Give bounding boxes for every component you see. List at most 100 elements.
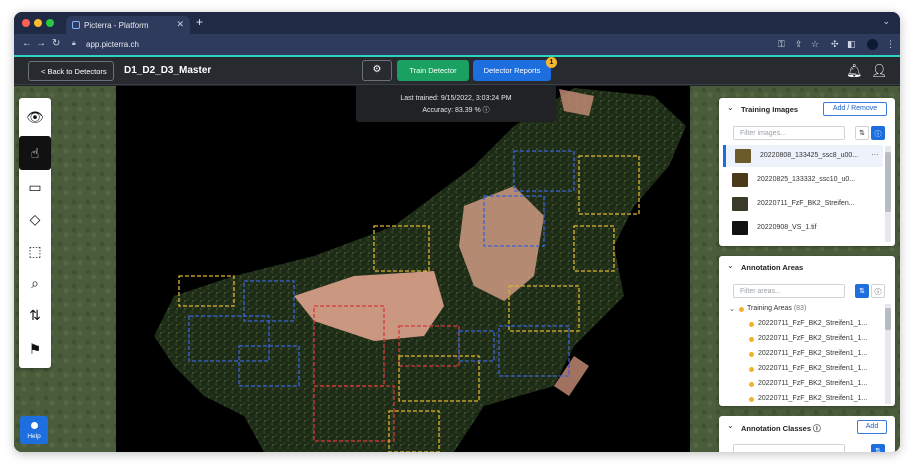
image-list-item[interactable]: 20220711_FzF_BK2_Streifen... xyxy=(723,193,883,215)
user-icon[interactable]: 👤︎ xyxy=(871,63,888,79)
image-filter-toggle[interactable]: ⓘ xyxy=(871,126,885,140)
browser-window: Picterra - Platform ✕ + ⌄ ← → ↻ 🔒︎ app.p… xyxy=(14,12,900,452)
reload-icon[interactable]: ↻ xyxy=(52,38,60,49)
train-detector-button[interactable]: Train Detector xyxy=(397,60,469,81)
info-icon[interactable]: ⓘ xyxy=(483,107,490,114)
flag-tool[interactable]: ⚑ xyxy=(19,332,51,366)
collapse-chevron-icon[interactable]: ⌄ xyxy=(727,261,734,270)
image-name: 20220711_FzF_BK2_Streifen... xyxy=(757,200,855,207)
more-options-icon[interactable]: ··· xyxy=(871,150,879,159)
browser-tab-bar: Picterra - Platform ✕ + ⌄ xyxy=(14,12,900,34)
area-list-item[interactable]: 20220711_FzF_BK2_Streifen1_1... xyxy=(719,378,889,392)
area-color-dot xyxy=(749,397,754,402)
area-list-item[interactable]: 20220711_FzF_BK2_Streifen1_1... xyxy=(719,333,889,347)
back-to-detectors-button[interactable]: < Back to Detectors xyxy=(28,61,114,81)
training-images-header: ⌄ Training Images Add / Remove xyxy=(719,98,895,120)
help-button[interactable]: Help xyxy=(20,416,48,444)
sort-images-button[interactable]: ⇅ xyxy=(855,126,869,140)
annotation-classes-panel: ⌄ Annotation Classes ⓘ Add ⇅ xyxy=(719,416,895,452)
image-thumbnail xyxy=(732,221,748,235)
add-remove-images-button[interactable]: Add / Remove xyxy=(823,102,887,116)
new-tab-icon[interactable]: + xyxy=(196,15,203,29)
area-filter-toggle[interactable]: ⓘ xyxy=(871,284,885,298)
close-tab-icon[interactable]: ✕ xyxy=(176,19,184,30)
tooltip-caret xyxy=(452,86,460,87)
image-list-item[interactable]: 20220908_VS_1.tif xyxy=(723,217,883,239)
forward-arrow-icon[interactable]: → xyxy=(36,38,46,49)
image-name: 20220908_VS_1.tif xyxy=(757,224,817,231)
hand-pointer-icon: ☝︎ xyxy=(30,144,40,161)
extensions-icon[interactable]: ✣ xyxy=(831,39,839,50)
app-header: < Back to Detectors D1_D2_D3_Master ⚙ Tr… xyxy=(14,57,900,85)
rectangle-tool[interactable]: ▭ xyxy=(19,170,51,204)
star-icon[interactable]: ☆ xyxy=(811,39,819,50)
area-name: 20220711_FzF_BK2_Streifen1_1... xyxy=(758,380,868,387)
annotation-areas-header: ⌄ Annotation Areas xyxy=(719,256,895,278)
sort-classes-button[interactable]: ⇅ xyxy=(871,444,885,452)
training-images-panel: ⌄ Training Images Add / Remove Filter im… xyxy=(719,98,895,246)
lock-icon[interactable]: 🔒︎ xyxy=(72,40,80,48)
sort-arrows-icon: ⇅ xyxy=(29,306,41,323)
annotation-classes-header: ⌄ Annotation Classes ⓘ Add xyxy=(719,416,895,438)
images-scrollbar[interactable] xyxy=(885,146,891,242)
image-list-item[interactable]: 20220825_133332_ssc10_u0... xyxy=(723,169,883,191)
minimize-window-dot[interactable] xyxy=(34,19,42,27)
chevron-down-icon[interactable]: ⌄ xyxy=(882,16,890,27)
area-color-dot xyxy=(749,382,754,387)
sort-areas-button[interactable]: ⇅ xyxy=(855,284,869,298)
filter-areas-input[interactable]: Filter areas... xyxy=(733,284,845,298)
settings-button[interactable]: ⚙ xyxy=(362,60,392,81)
bell-icon[interactable]: 🔔︎ xyxy=(846,63,863,79)
share-icon[interactable]: ⇪ xyxy=(795,39,803,50)
filter-images-input[interactable]: Filter images... xyxy=(733,126,845,140)
close-window-dot[interactable] xyxy=(22,19,30,27)
area-list-item[interactable]: 20220711_FzF_BK2_Streifen1_1... xyxy=(719,393,889,406)
info-icon[interactable]: ⓘ xyxy=(813,424,821,433)
profile-avatar[interactable] xyxy=(867,39,878,50)
group-chevron-icon[interactable]: ⌄ xyxy=(729,305,735,313)
areas-scrollbar[interactable] xyxy=(885,304,891,404)
scrollbar-thumb[interactable] xyxy=(885,152,891,212)
area-color-dot xyxy=(749,352,754,357)
area-list-item[interactable]: 20220711_FzF_BK2_Streifen1_1... xyxy=(719,348,889,362)
maximize-window-dot[interactable] xyxy=(46,19,54,27)
back-arrow-icon[interactable]: ← xyxy=(22,38,32,49)
url-field[interactable]: app.picterra.ch xyxy=(86,40,139,49)
browser-menu-icon[interactable]: ⋮ xyxy=(886,39,895,50)
sidebar-icon[interactable]: ◧ xyxy=(847,39,856,50)
browser-tab[interactable]: Picterra - Platform ✕ xyxy=(66,16,190,34)
reports-badge: 1 xyxy=(546,57,557,68)
training-info-tooltip: Last trained: 9/15/2022, 3:03:24 PM Accu… xyxy=(356,86,556,122)
sort-tool[interactable]: ⇅ xyxy=(19,298,51,332)
select-area-tool[interactable]: ⬚ xyxy=(19,234,51,268)
map-canvas[interactable]: Last trained: 9/15/2022, 3:03:24 PM Accu… xyxy=(14,86,900,452)
image-thumbnail xyxy=(732,173,748,187)
group-label: Training Areas xyxy=(747,305,792,312)
zoom-area-tool[interactable]: ⌕ xyxy=(19,266,51,300)
training-areas-group[interactable]: ⌄ Training Areas (83) xyxy=(719,303,889,317)
address-bar-row: ← → ↻ 🔒︎ app.picterra.ch ⚿ ⇪ ☆ ✣ ◧ ⋮ xyxy=(14,34,900,55)
project-title: D1_D2_D3_Master xyxy=(124,65,212,76)
add-class-button[interactable]: Add xyxy=(857,420,887,434)
polygon-icon: ◇ xyxy=(29,210,41,227)
filter-classes-input[interactable] xyxy=(733,444,845,452)
collapse-chevron-icon[interactable]: ⌄ xyxy=(727,421,734,430)
pan-tool[interactable]: ☝︎ xyxy=(19,136,51,170)
detector-reports-button[interactable]: Detector Reports xyxy=(473,60,551,81)
image-thumbnail xyxy=(735,149,751,163)
area-list-item[interactable]: 20220711_FzF_BK2_Streifen1_1... xyxy=(719,363,889,377)
collapse-chevron-icon[interactable]: ⌄ xyxy=(727,103,734,112)
polygon-tool[interactable]: ◇ xyxy=(19,202,51,236)
gear-icon: ⚙ xyxy=(372,64,382,75)
visibility-tool[interactable]: 👁︎ xyxy=(19,100,51,134)
area-color-dot xyxy=(749,322,754,327)
scrollbar-thumb[interactable] xyxy=(885,308,891,330)
magnify-box-icon: ⌕ xyxy=(31,274,39,291)
key-icon[interactable]: ⚿ xyxy=(778,39,785,50)
accuracy-text: Accuracy: 83.39 % xyxy=(422,107,481,114)
last-trained-text: Last trained: 9/15/2022, 3:03:24 PM xyxy=(400,95,512,102)
image-list-item[interactable]: 20220808_133425_ssc8_u00... ··· xyxy=(723,145,883,167)
area-name: 20220711_FzF_BK2_Streifen1_1... xyxy=(758,395,868,402)
area-list-item[interactable]: 20220711_FzF_BK2_Streifen1_1... xyxy=(719,318,889,332)
annotation-classes-title: Annotation Classes xyxy=(741,424,812,433)
